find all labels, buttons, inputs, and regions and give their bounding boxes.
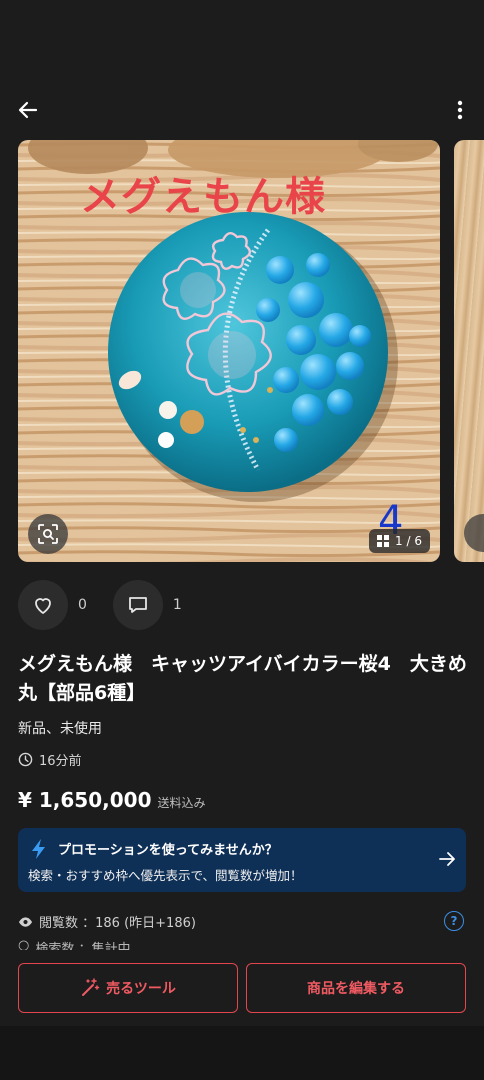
view-stats: 閲覧数 ：186 (昨日+186) (18, 912, 196, 931)
engagement-actions: 0 1 (18, 580, 208, 630)
more-vertical-icon[interactable] (452, 96, 468, 124)
posted-time: 16分前 (18, 750, 82, 769)
promotion-banner[interactable]: プロモーションを使ってみませんか？ 検索・おすすめ枠へ優先表示で、閲覧数が増加！ (18, 828, 466, 892)
like-count: 0 (78, 597, 87, 613)
item-title: メグえもん様 キャッツアイバイカラー桜4 大きめ丸【部品6種】 (18, 653, 467, 704)
eye-icon (18, 916, 33, 927)
sell-tools-label: 売るツール (106, 981, 176, 997)
grid-icon (377, 535, 390, 547)
promotion-description: 検索・おすすめ枠へ優先表示で、閲覧数が増加！ (28, 868, 303, 883)
sell-tools-button[interactable]: 売るツール (18, 963, 238, 1013)
item-price: ¥ 1,650,000 (18, 788, 152, 812)
shipping-note: 送料込み (157, 796, 206, 810)
help-circle-icon[interactable]: ? (444, 911, 464, 931)
edit-item-label: 商品を編集する (307, 981, 405, 997)
clock-icon (18, 752, 33, 767)
arrow-left-icon[interactable] (14, 96, 42, 124)
watermark-text: メグえもん様 (80, 174, 326, 220)
arrow-right-icon (439, 852, 455, 866)
lightning-icon (32, 839, 45, 859)
bottom-action-bar: 売るツール 商品を編集する (0, 950, 484, 1026)
product-photo[interactable]: メグえもん様 4 1 / 6 (18, 140, 440, 562)
heart-icon (35, 598, 51, 614)
image-search-icon[interactable] (464, 514, 484, 552)
item-condition: 新品、未使用 (18, 721, 102, 737)
like-button[interactable] (18, 580, 68, 630)
price-block: ¥ 1,650,000 送料込み (18, 788, 206, 812)
comment-icon (129, 597, 147, 613)
posted-time-text: 16分前 (39, 754, 82, 769)
promotion-title: プロモーションを使ってみませんか？ (58, 843, 278, 858)
image-counter-text: 1 / 6 (395, 534, 422, 548)
edit-item-button[interactable]: 商品を編集する (246, 963, 466, 1013)
comment-count: 1 (172, 597, 182, 613)
image-counter[interactable]: 1 / 6 (369, 529, 430, 553)
image-search-icon[interactable] (28, 514, 68, 554)
top-bar (0, 88, 484, 132)
view-count-text: 閲覧数 ：186 (昨日+186) (39, 916, 196, 931)
comment-button[interactable] (112, 580, 163, 630)
next-photo-preview[interactable] (454, 140, 484, 562)
magic-wand-icon (82, 978, 100, 996)
system-nav-area (0, 1026, 484, 1080)
image-carousel[interactable]: メグえもん様 4 1 / 6 (0, 140, 484, 562)
